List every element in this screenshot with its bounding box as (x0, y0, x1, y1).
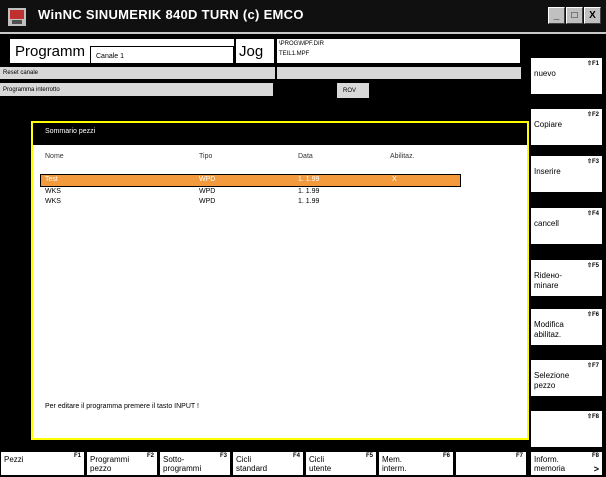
row-type: WPD (199, 176, 216, 183)
softkey-label-line2: minare (534, 281, 559, 290)
softkey-label: Copiare (534, 120, 563, 129)
softkey-delete[interactable]: ⇧F4 cancell (530, 207, 603, 245)
channel-label: Canale 1 (96, 53, 125, 60)
table-row[interactable] (40, 187, 461, 197)
panel-header (33, 123, 527, 145)
softkey-rename[interactable]: ⇧F5 Ridено- minare (530, 259, 603, 297)
window-title: WinNC SINUMERIK 840D TURN (c) EMCO (38, 7, 304, 22)
softkey-number: ⇧F8 (586, 414, 599, 420)
softkey-label-line1: Cicli (309, 455, 325, 464)
minimize-button[interactable]: _ (548, 7, 565, 24)
softkey-number: F1 (73, 453, 81, 459)
softkey-memory-info[interactable]: F8 Inform. memoria > (530, 451, 603, 476)
softkey-label-line2: abilitaz. (534, 330, 562, 339)
softkey-label-line2: interm. (382, 464, 407, 473)
softkey-label: nuevo (534, 69, 556, 78)
area-label: Programm (15, 43, 86, 60)
softkey-copy[interactable]: ⇧F2 Copiare (530, 108, 603, 146)
softkey-label-line2: programmi (163, 464, 202, 473)
softkey-number: ⇧F3 (586, 159, 599, 165)
program-path-dir: \PROG\MPF.DIR (279, 41, 325, 47)
softkey-number: F5 (365, 453, 373, 459)
app-icon[interactable] (8, 8, 26, 26)
input-hint: Per editare il programma premere il tast… (45, 403, 199, 410)
softkey-f7[interactable]: F7 (455, 451, 527, 476)
softkey-label-line2: pezzo (534, 381, 556, 390)
workpiece-panel (31, 121, 529, 440)
softkey-number: F8 (591, 453, 599, 459)
softkey-select-workpiece[interactable]: ⇧F7 Selezione pezzo (530, 359, 603, 397)
softkey-part-programs[interactable]: F2 Programmi pezzo (86, 451, 158, 476)
table-row-selected[interactable] (40, 174, 461, 187)
softkey-number: ⇧F4 (586, 211, 599, 217)
softkey-label-line1: Selezione (534, 371, 570, 380)
softkey-label-line2: memoria (534, 464, 566, 473)
softkey-modify-enable[interactable]: ⇧F6 Modifica abilitaz. (530, 308, 603, 346)
softkey-number: F4 (292, 453, 300, 459)
column-header-name: Nome (45, 153, 64, 160)
softkey-insert[interactable]: ⇧F3 Inserire (530, 155, 603, 193)
close-button[interactable]: X (584, 7, 601, 24)
row-type: WPD (199, 188, 216, 195)
softkey-label-line1: Ridено- (534, 271, 562, 280)
mode-label: Jog (239, 43, 264, 60)
softkey-label-line2: pezzo (90, 464, 112, 473)
row-type: WPD (199, 198, 216, 205)
row-name: Test (45, 176, 58, 183)
softkey-number: F6 (442, 453, 450, 459)
softkey-number: F2 (146, 453, 154, 459)
softkey-label-line1: Modifica (534, 320, 564, 329)
softkey-label-line2: standard (236, 464, 268, 473)
softkey-new[interactable]: ⇧F1 nuevo (530, 57, 603, 95)
softkey-number: ⇧F2 (586, 112, 599, 118)
panel-title: Sommario pezzi (45, 128, 96, 135)
softkey-number: ⇧F7 (586, 363, 599, 369)
softkey-number: ⇧F5 (586, 263, 599, 269)
softkey-label-line1: Mem. (382, 455, 402, 464)
alarm-field (277, 67, 521, 79)
softkey-standard-cycles[interactable]: F4 Cicli standard (232, 451, 304, 476)
softkey-number: F7 (515, 453, 523, 459)
more-arrow-icon: > (593, 464, 599, 474)
maximize-button[interactable]: □ (566, 7, 583, 24)
row-name: WKS (45, 198, 61, 205)
column-header-enable: Abilitaz. (390, 153, 415, 160)
softkey-label-line2: utente (309, 464, 332, 473)
softkey-label-line1: Sotto- (163, 455, 185, 464)
softkey-label-line1: Inform. (534, 455, 559, 464)
reset-status-label: Reset canale (3, 70, 39, 76)
softkey-label-line1: Cicli (236, 455, 252, 464)
program-path-file: TEIL1.MPF (279, 51, 310, 57)
table-row[interactable] (40, 197, 461, 207)
column-header-date: Data (298, 153, 313, 160)
row-date: 1. 1.99 (298, 198, 320, 205)
row-date: 1. 1.99 (298, 176, 320, 183)
column-header-type: Tipo (199, 153, 213, 160)
program-status-label: Programma interrotto (3, 87, 60, 93)
softkey-workpieces[interactable]: F1 Pezzi (0, 451, 85, 476)
softkey-label: Inserire (534, 167, 561, 176)
softkey-number: ⇧F6 (586, 312, 599, 318)
row-enable: X (392, 176, 397, 183)
softkey-number: F3 (219, 453, 227, 459)
reset-status-field (0, 67, 275, 79)
row-date: 1. 1.99 (298, 188, 320, 195)
softkey-number: ⇧F1 (586, 61, 599, 67)
softkey-label: cancell (534, 219, 559, 228)
row-name: WKS (45, 188, 61, 195)
softkey-f8[interactable]: ⇧F8 (530, 410, 603, 448)
softkey-label-line1: Programmi (90, 455, 130, 464)
softkey-subprograms[interactable]: F3 Sotto- programmi (159, 451, 231, 476)
softkey-label: Pezzi (4, 455, 24, 464)
softkey-clipboard[interactable]: F6 Mem. interm. (378, 451, 454, 476)
softkey-user-cycles[interactable]: F5 Cicli utente (305, 451, 377, 476)
rov-label: ROV (343, 88, 357, 94)
